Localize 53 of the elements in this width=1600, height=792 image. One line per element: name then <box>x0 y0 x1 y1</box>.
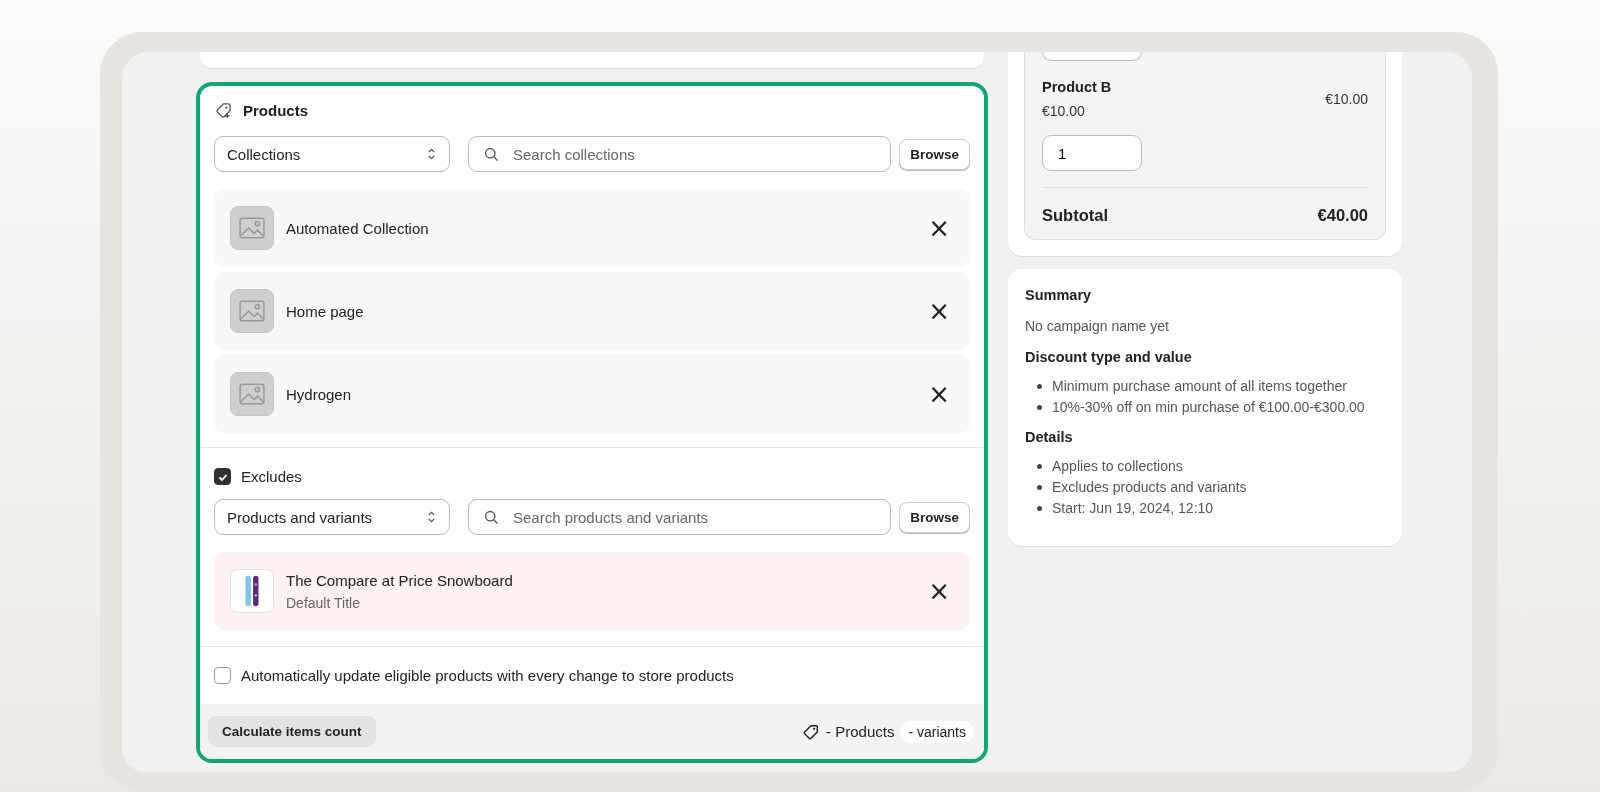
image-placeholder-icon <box>230 289 274 333</box>
subtotal-value: €40.00 <box>1317 206 1368 225</box>
variant-name: Default Title <box>286 594 361 611</box>
bullet-text: 10%-30% off on min purchase of €100.00-€300.00 <box>1052 399 1365 415</box>
product-name: The Compare at Price Snowboard <box>286 571 514 589</box>
product-name: Product B <box>1042 79 1112 95</box>
checkbox-label: Excludes <box>241 468 302 485</box>
summary-title: Summary <box>1025 287 1093 303</box>
chevron-up-down-icon <box>426 509 437 525</box>
excludes-checkbox[interactable] <box>214 468 231 485</box>
bullet-dot <box>1037 404 1042 410</box>
bullet-dot <box>1037 505 1042 511</box>
subtotal-label: Subtotal <box>1042 206 1108 225</box>
remove-button[interactable]: × <box>924 578 954 604</box>
scope-select[interactable]: Collections <box>214 136 450 172</box>
section-heading: Details <box>1025 429 1074 445</box>
auto-update-checkbox[interactable] <box>214 667 231 684</box>
image-placeholder-icon <box>230 372 274 416</box>
browse-button[interactable]: Browse <box>899 138 970 170</box>
products-count: - Products <box>826 723 895 740</box>
snowboard-thumbnail <box>230 569 274 613</box>
calculate-button[interactable]: Calculate items count <box>208 716 376 747</box>
bullet-dot <box>1037 463 1042 469</box>
search-icon <box>483 509 500 526</box>
section-heading: Discount type and value <box>1025 349 1193 365</box>
remove-button[interactable]: × <box>924 215 954 241</box>
chevron-up-down-icon <box>426 146 437 162</box>
bullet-dot <box>1037 383 1042 389</box>
collection-name: Hydrogen <box>286 385 353 403</box>
search-field[interactable]: Search collections <box>468 136 892 172</box>
type-select[interactable]: Products and variants <box>214 499 450 535</box>
remove-button[interactable]: × <box>924 381 954 407</box>
bullet-text: Excludes products and variants <box>1052 479 1247 495</box>
campaign-name: No campaign name yet <box>1025 318 1170 334</box>
bullet-dot <box>1037 484 1042 490</box>
quantity-field[interactable]: 1 <box>1042 135 1142 171</box>
search-field[interactable]: Search products and variants <box>468 499 892 535</box>
variants-count: - variants <box>900 720 974 743</box>
tag-plus-icon <box>214 100 233 120</box>
collection-name: Home page <box>286 302 365 320</box>
remove-button[interactable]: × <box>924 298 954 324</box>
search-icon <box>483 146 500 163</box>
line-total: €10.00 <box>1325 91 1368 107</box>
card-title: Products <box>243 101 308 119</box>
browse-button[interactable]: Browse <box>899 501 970 533</box>
bullet-text: Applies to collections <box>1052 458 1183 474</box>
collection-name: Automated Collection <box>286 219 430 237</box>
tag-icon <box>802 722 821 741</box>
checkbox-label: Automatically update eligible products with every change to store products <box>241 667 734 684</box>
bullet-text: Start: Jun 19, 2024, 12:10 <box>1052 500 1214 516</box>
unit-price: €10.00 <box>1042 103 1086 119</box>
bullet-text: Minimum purchase amount of all items together <box>1052 378 1347 394</box>
image-placeholder-icon <box>230 206 274 250</box>
